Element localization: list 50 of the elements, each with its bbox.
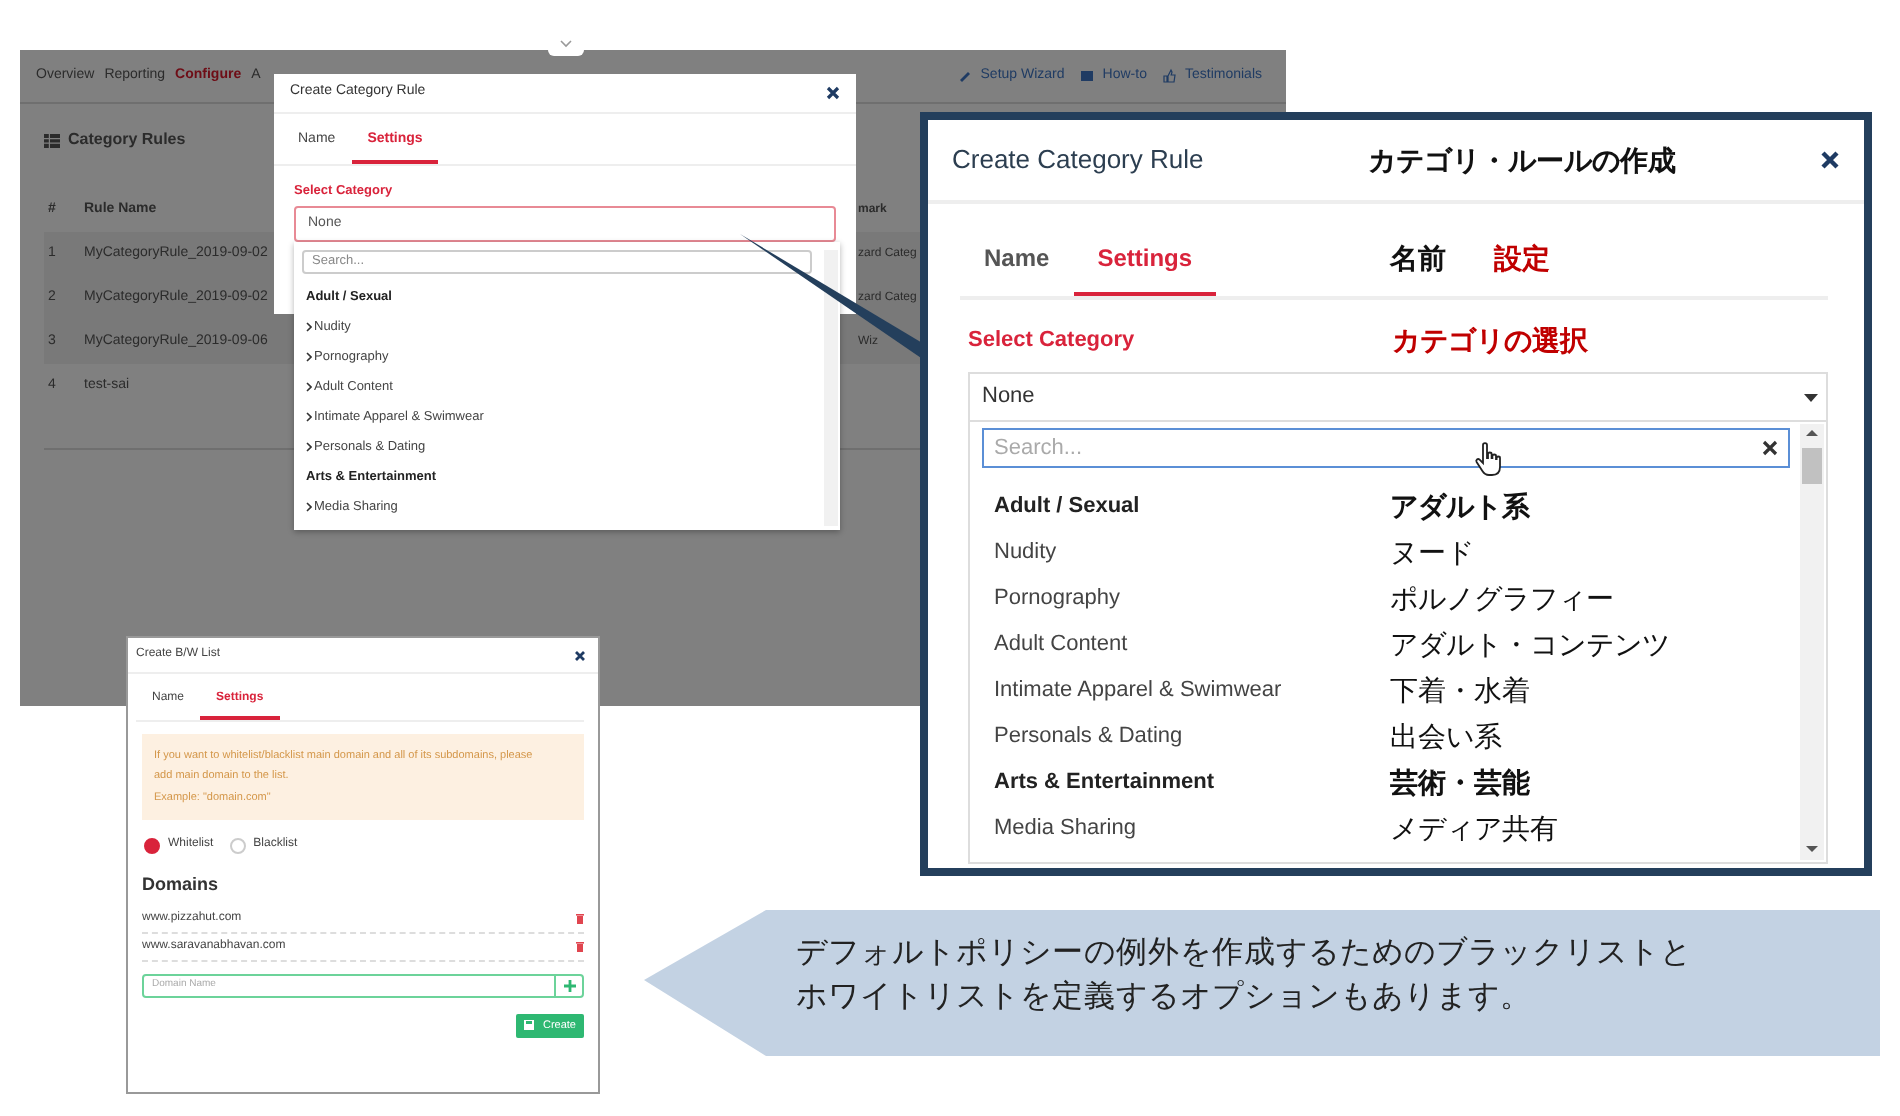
clear-icon[interactable] <box>1762 440 1778 456</box>
translation-text: アダルト・コンテンツ <box>1390 626 1670 664</box>
close-icon[interactable] <box>574 649 586 661</box>
card-title: Category Rules <box>68 128 186 152</box>
close-icon[interactable] <box>826 86 840 100</box>
field-label: Select Category <box>968 326 1137 357</box>
translation-text: カテゴリ・ルールの作成 <box>1368 141 1676 179</box>
translation-text: ポルノグラフィー <box>1390 580 1614 618</box>
chevron-right-icon <box>306 412 312 422</box>
thumbs-up-icon <box>1162 68 1177 84</box>
translation-text: 芸術・芸能 <box>1390 764 1530 802</box>
trash-icon[interactable] <box>576 913 584 924</box>
close-icon[interactable] <box>1820 150 1840 170</box>
dropdown-option[interactable]: Personals & Dating <box>994 720 1390 754</box>
dropdown-option[interactable]: Nudity <box>994 536 1390 570</box>
chevron-right-icon <box>306 382 312 392</box>
hand-cursor-icon <box>1474 442 1502 476</box>
translation-text: カテゴリの選択 <box>1392 322 1588 360</box>
translation-text: ヌード <box>1390 534 1474 572</box>
save-icon <box>524 1020 535 1031</box>
translation-text: メディア共有 <box>1390 810 1558 848</box>
chevron-right-icon <box>306 352 312 362</box>
dropdown-option[interactable]: Adult Content <box>994 628 1390 662</box>
radio-button[interactable] <box>144 837 160 854</box>
plus-icon[interactable] <box>563 979 575 992</box>
translation-text: 下着・水着 <box>1390 672 1530 710</box>
trash-icon[interactable] <box>576 941 584 952</box>
dropdown-option[interactable]: Media Sharing <box>994 812 1390 846</box>
dialog-title: Create Category Rule <box>952 142 1206 179</box>
table-icon <box>44 133 60 147</box>
dropdown-option[interactable]: Intimate Apparel & Swimwear <box>994 674 1390 708</box>
translation-text: 出会い系 <box>1390 718 1502 756</box>
translation-text: アダルト系 <box>1390 488 1530 526</box>
option-group: Arts & Entertainment <box>994 766 1390 800</box>
scrollbar[interactable] <box>824 250 838 526</box>
select-field[interactable]: None <box>968 372 1828 420</box>
section-heading: Domains <box>142 872 221 899</box>
caret-icon <box>1804 393 1818 401</box>
translation-text: 名前 <box>1390 240 1447 278</box>
translation-text: 設定 <box>1494 240 1551 278</box>
tab[interactable]: Settings <box>1073 220 1217 296</box>
dropdown-option[interactable]: Pornography <box>994 582 1390 616</box>
chevron-right-icon <box>306 442 312 452</box>
chevron-right-icon <box>306 502 312 512</box>
chevron-right-icon <box>306 322 312 332</box>
chevron-down-icon <box>560 40 572 48</box>
tab[interactable]: Name <box>960 220 1074 296</box>
option-group: Adult / Sexual <box>994 490 1390 524</box>
callout-text: デフォルトポリシーの例外を作成するためのブラックリストと ホワイトリストを定義するオプションもあります。 <box>796 934 1692 1019</box>
pencil-icon <box>958 68 973 84</box>
